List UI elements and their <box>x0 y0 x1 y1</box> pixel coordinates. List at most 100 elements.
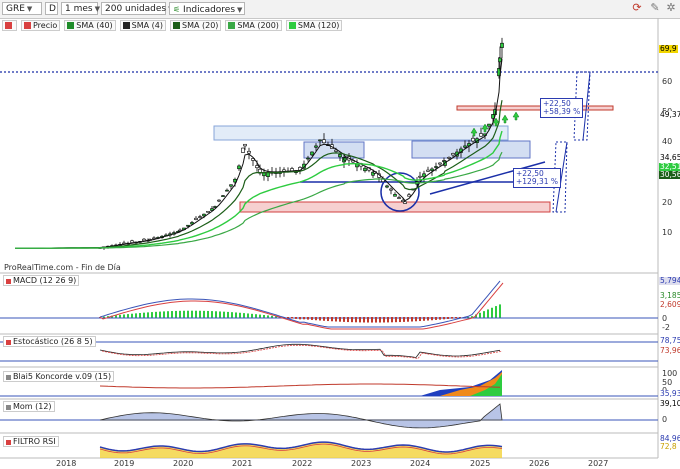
macd-histogram-bar <box>223 311 225 318</box>
candle <box>430 168 434 171</box>
macd-histogram-bar <box>159 311 161 318</box>
macd-tag: 3,185 <box>659 292 680 300</box>
annotation-text: +129,31 % <box>516 177 559 186</box>
macd-histogram-bar <box>411 317 413 322</box>
rsi-yellow-area <box>100 442 502 458</box>
macd-histogram-bar <box>267 315 269 318</box>
candle <box>237 165 241 170</box>
macd-histogram-bar <box>163 311 165 318</box>
year-label: 2023 <box>351 459 372 468</box>
price-chart[interactable] <box>0 0 680 469</box>
macd-histogram-bar <box>103 316 105 318</box>
macd-histogram-bar <box>419 317 421 322</box>
candle <box>310 151 314 156</box>
momentum-label[interactable]: Mom (12) <box>3 401 55 412</box>
year-label: 2027 <box>588 459 609 468</box>
macd-histogram-bar <box>179 310 181 318</box>
macd-tick: -2 <box>662 323 670 332</box>
macd-histogram-bar <box>131 313 133 318</box>
macd-tag: 2,609 <box>659 301 680 309</box>
macd-histogram-bar <box>423 317 425 321</box>
candle <box>247 150 251 154</box>
panel-title: Estocástico (26 8 5) <box>13 337 93 346</box>
macd-histogram-bar <box>375 317 377 323</box>
macd-histogram-bar <box>199 310 201 318</box>
macd-histogram-bar <box>415 317 417 322</box>
candle <box>434 166 438 168</box>
candle <box>221 195 225 197</box>
stoch-tag: 78,75 <box>659 337 680 345</box>
macd-histogram-bar <box>403 317 405 322</box>
year-label: 2019 <box>114 459 135 468</box>
macd-histogram-bar <box>323 317 325 321</box>
macd-tag: 5,794 <box>659 277 680 285</box>
macd-histogram-bar <box>499 304 501 318</box>
candle <box>407 194 411 197</box>
macd-histogram-bar <box>271 315 273 318</box>
macd-histogram-bar <box>387 317 389 323</box>
price-tick: 20 <box>662 198 673 207</box>
square-icon <box>6 279 11 284</box>
candle <box>397 197 401 199</box>
year-label: 2021 <box>232 459 253 468</box>
macd-histogram-bar <box>391 317 393 323</box>
up-arrow-icon <box>512 111 520 121</box>
target-zone[interactable] <box>456 105 614 111</box>
price-tick: 40 <box>662 137 673 146</box>
macd-label[interactable]: MACD (12 26 9) <box>3 275 80 286</box>
candle <box>241 147 245 153</box>
momentum-area <box>99 403 503 429</box>
candle <box>403 201 407 204</box>
year-label: 2026 <box>529 459 550 468</box>
resistance-zone[interactable] <box>213 125 509 141</box>
macd-histogram-bar <box>243 313 245 318</box>
candle <box>229 184 233 187</box>
candle <box>451 153 455 156</box>
candle <box>225 189 229 192</box>
panel-title: Mom (12) <box>13 402 52 411</box>
candle <box>426 169 430 172</box>
macd-histogram-bar <box>227 311 229 318</box>
macd-histogram-bar <box>119 314 121 318</box>
macd-histogram-bar <box>135 313 137 318</box>
macd-histogram-bar <box>167 311 169 318</box>
macd-histogram-bar <box>219 311 221 318</box>
macd-histogram-bar <box>191 310 193 318</box>
macd-histogram-bar <box>455 317 457 319</box>
macd-histogram-bar <box>451 317 453 319</box>
square-icon <box>6 440 11 445</box>
candle <box>130 240 134 243</box>
macd-histogram-bar <box>127 314 129 318</box>
macd-histogram-bar <box>491 307 493 318</box>
price-tick: 10 <box>662 228 673 237</box>
candle <box>393 194 397 197</box>
momentum-tick: 0 <box>662 415 668 424</box>
macd-histogram-bar <box>211 311 213 318</box>
stochastic-label[interactable]: Estocástico (26 8 5) <box>3 336 96 347</box>
koncorde-tag: 35,93 <box>659 390 680 398</box>
candle <box>487 123 491 127</box>
macd-histogram-bar <box>255 314 257 318</box>
candle <box>438 162 442 165</box>
macd-histogram-bar <box>263 315 265 318</box>
macd-histogram-bar <box>343 317 345 322</box>
candle <box>363 167 367 172</box>
macd-histogram-bar <box>327 317 329 322</box>
macd-histogram-bar <box>247 313 249 318</box>
candle <box>500 42 504 48</box>
rsi-label[interactable]: FILTRO RSI <box>3 436 59 447</box>
candle <box>262 172 266 177</box>
price-tag: 49,37 <box>659 111 680 119</box>
macd-histogram-bar <box>443 317 445 320</box>
square-icon <box>6 375 11 380</box>
candle <box>401 199 405 202</box>
macd-histogram-bar <box>367 317 369 323</box>
candle <box>385 185 389 188</box>
up-arrow-icon <box>501 114 509 124</box>
macd-histogram-bar <box>331 317 333 322</box>
watermark: ProRealTime.com - Fin de Día <box>4 263 121 272</box>
candle <box>306 157 310 160</box>
macd-histogram-bar <box>123 314 125 318</box>
koncorde-label[interactable]: Blai5 Koncorde v.09 (15) <box>3 371 115 382</box>
square-icon <box>6 405 11 410</box>
